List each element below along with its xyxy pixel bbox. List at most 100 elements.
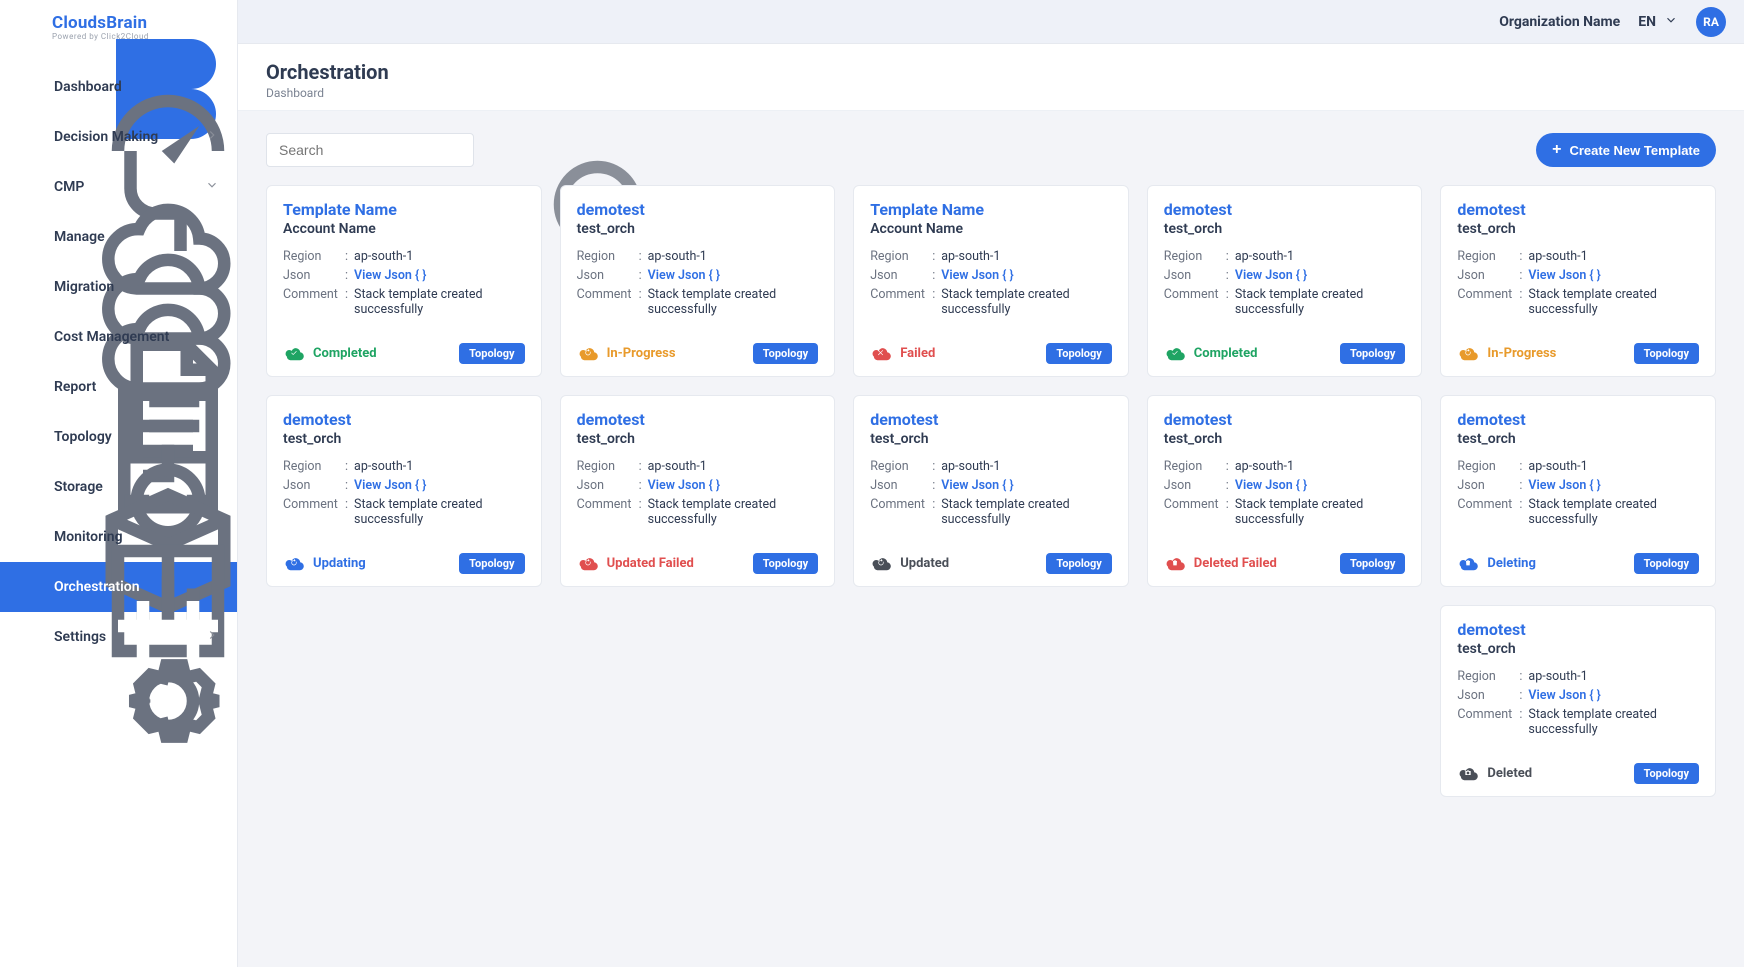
template-card[interactable]: Template Name Account Name Region:ap-sou… bbox=[853, 185, 1129, 377]
template-title[interactable]: Template Name bbox=[870, 200, 1112, 219]
label-comment: Comment bbox=[870, 287, 926, 317]
create-template-button[interactable]: + Create New Template bbox=[1536, 133, 1716, 167]
view-json-link[interactable]: View Json { } bbox=[941, 478, 1013, 493]
view-json-link[interactable]: View Json { } bbox=[354, 478, 426, 493]
template-card[interactable]: demotest test_orch Region:ap-south-1 Jso… bbox=[560, 185, 836, 377]
label-json: Json bbox=[577, 268, 633, 283]
sidebar-item-label: Report bbox=[54, 379, 96, 395]
organization-name[interactable]: Organization Name bbox=[1499, 14, 1620, 30]
region-value: ap-south-1 bbox=[1528, 669, 1587, 684]
label-region: Region bbox=[1457, 459, 1513, 474]
view-json-link[interactable]: View Json { } bbox=[1528, 268, 1600, 283]
view-json-link[interactable]: View Json { } bbox=[354, 268, 426, 283]
template-account: test_orch bbox=[1457, 221, 1699, 237]
comment-value: Stack template created successfully bbox=[1528, 707, 1668, 737]
topology-button[interactable]: Topology bbox=[1634, 763, 1699, 784]
template-card[interactable]: demotest test_orch Region:ap-south-1 Jso… bbox=[853, 395, 1129, 587]
status-icon bbox=[870, 556, 892, 572]
topology-button[interactable]: Topology bbox=[1634, 343, 1699, 364]
sidebar: CloudsBrain Powered by Click2Cloud Dashb… bbox=[0, 0, 238, 967]
decision-icon bbox=[18, 126, 40, 148]
template-title[interactable]: demotest bbox=[1164, 410, 1406, 429]
topology-button[interactable]: Topology bbox=[1046, 553, 1111, 574]
view-json-link[interactable]: View Json { } bbox=[648, 478, 720, 493]
breadcrumb: Dashboard bbox=[266, 86, 1716, 100]
view-json-link[interactable]: View Json { } bbox=[1235, 478, 1307, 493]
template-card[interactable]: demotest test_orch Region:ap-south-1 Jso… bbox=[560, 395, 836, 587]
template-title[interactable]: demotest bbox=[1457, 620, 1699, 639]
sidebar-item-label: Manage bbox=[54, 229, 105, 245]
label-json: Json bbox=[1457, 478, 1513, 493]
region-value: ap-south-1 bbox=[941, 459, 1000, 474]
label-comment: Comment bbox=[577, 497, 633, 527]
sidebar-item-label: Settings bbox=[54, 629, 106, 645]
status-label: Deleted Failed bbox=[1194, 556, 1277, 571]
label-comment: Comment bbox=[1164, 287, 1220, 317]
region-value: ap-south-1 bbox=[1528, 249, 1587, 264]
template-title[interactable]: demotest bbox=[1457, 200, 1699, 219]
plus-icon: + bbox=[1552, 142, 1561, 158]
status-label: Updated bbox=[900, 556, 949, 571]
view-json-link[interactable]: View Json { } bbox=[648, 268, 720, 283]
topology-button[interactable]: Topology bbox=[1634, 553, 1699, 574]
comment-value: Stack template created successfully bbox=[354, 287, 494, 317]
template-card[interactable]: demotest test_orch Region:ap-south-1 Jso… bbox=[1440, 185, 1716, 377]
template-account: test_orch bbox=[283, 431, 525, 447]
topology-button[interactable]: Topology bbox=[1046, 343, 1111, 364]
sidebar-item-label: Decision Making bbox=[54, 129, 158, 145]
template-title[interactable]: demotest bbox=[870, 410, 1112, 429]
view-json-link[interactable]: View Json { } bbox=[1235, 268, 1307, 283]
status-icon bbox=[1457, 346, 1479, 362]
sidebar-item-label: Monitoring bbox=[54, 529, 123, 545]
template-account: Account Name bbox=[870, 221, 1112, 237]
view-json-link[interactable]: View Json { } bbox=[1528, 478, 1600, 493]
language-label: EN bbox=[1638, 14, 1656, 30]
label-json: Json bbox=[870, 478, 926, 493]
topology-button[interactable]: Topology bbox=[753, 553, 818, 574]
template-account: test_orch bbox=[577, 431, 819, 447]
label-json: Json bbox=[1164, 268, 1220, 283]
template-title[interactable]: Template Name bbox=[283, 200, 525, 219]
settings-icon bbox=[18, 626, 40, 648]
view-json-link[interactable]: View Json { } bbox=[941, 268, 1013, 283]
chevron-right-icon bbox=[205, 628, 219, 646]
template-card[interactable]: demotest test_orch Region:ap-south-1 Jso… bbox=[1440, 395, 1716, 587]
avatar[interactable]: RA bbox=[1696, 7, 1726, 37]
topology-button[interactable]: Topology bbox=[459, 553, 524, 574]
region-value: ap-south-1 bbox=[1235, 459, 1294, 474]
status-label: Updating bbox=[313, 556, 366, 571]
label-region: Region bbox=[870, 249, 926, 264]
view-json-link[interactable]: View Json { } bbox=[1528, 688, 1600, 703]
status-inprogress: In-Progress bbox=[577, 346, 676, 362]
template-account: test_orch bbox=[1164, 431, 1406, 447]
status-label: Failed bbox=[900, 346, 935, 361]
topology-button[interactable]: Topology bbox=[1340, 553, 1405, 574]
template-title[interactable]: demotest bbox=[283, 410, 525, 429]
status-deleting: Deleting bbox=[1457, 556, 1535, 572]
template-title[interactable]: demotest bbox=[1457, 410, 1699, 429]
template-title[interactable]: demotest bbox=[577, 200, 819, 219]
template-card[interactable]: demotest test_orch Region:ap-south-1 Jso… bbox=[1440, 605, 1716, 797]
template-card[interactable]: demotest test_orch Region:ap-south-1 Jso… bbox=[1147, 185, 1423, 377]
page-title: Orchestration bbox=[266, 60, 1716, 84]
label-json: Json bbox=[1164, 478, 1220, 493]
topology-icon bbox=[18, 426, 40, 448]
topology-button[interactable]: Topology bbox=[753, 343, 818, 364]
toolbar: + Create New Template bbox=[266, 133, 1716, 167]
label-region: Region bbox=[870, 459, 926, 474]
language-selector[interactable]: EN bbox=[1638, 13, 1678, 31]
topology-button[interactable]: Topology bbox=[1340, 343, 1405, 364]
sidebar-item-dashboard[interactable]: Dashboard bbox=[0, 62, 237, 112]
brand-logo[interactable]: CloudsBrain Powered by Click2Cloud bbox=[0, 0, 237, 56]
template-card[interactable]: demotest test_orch Region:ap-south-1 Jso… bbox=[1147, 395, 1423, 587]
label-comment: Comment bbox=[1457, 287, 1513, 317]
template-account: test_orch bbox=[870, 431, 1112, 447]
comment-value: Stack template created successfully bbox=[941, 287, 1081, 317]
template-title[interactable]: demotest bbox=[1164, 200, 1406, 219]
report-icon bbox=[18, 376, 40, 398]
label-region: Region bbox=[577, 249, 633, 264]
template-title[interactable]: demotest bbox=[577, 410, 819, 429]
sidebar-item-label: CMP bbox=[54, 179, 84, 195]
manage-icon bbox=[18, 226, 40, 248]
topology-button[interactable]: Topology bbox=[459, 343, 524, 364]
